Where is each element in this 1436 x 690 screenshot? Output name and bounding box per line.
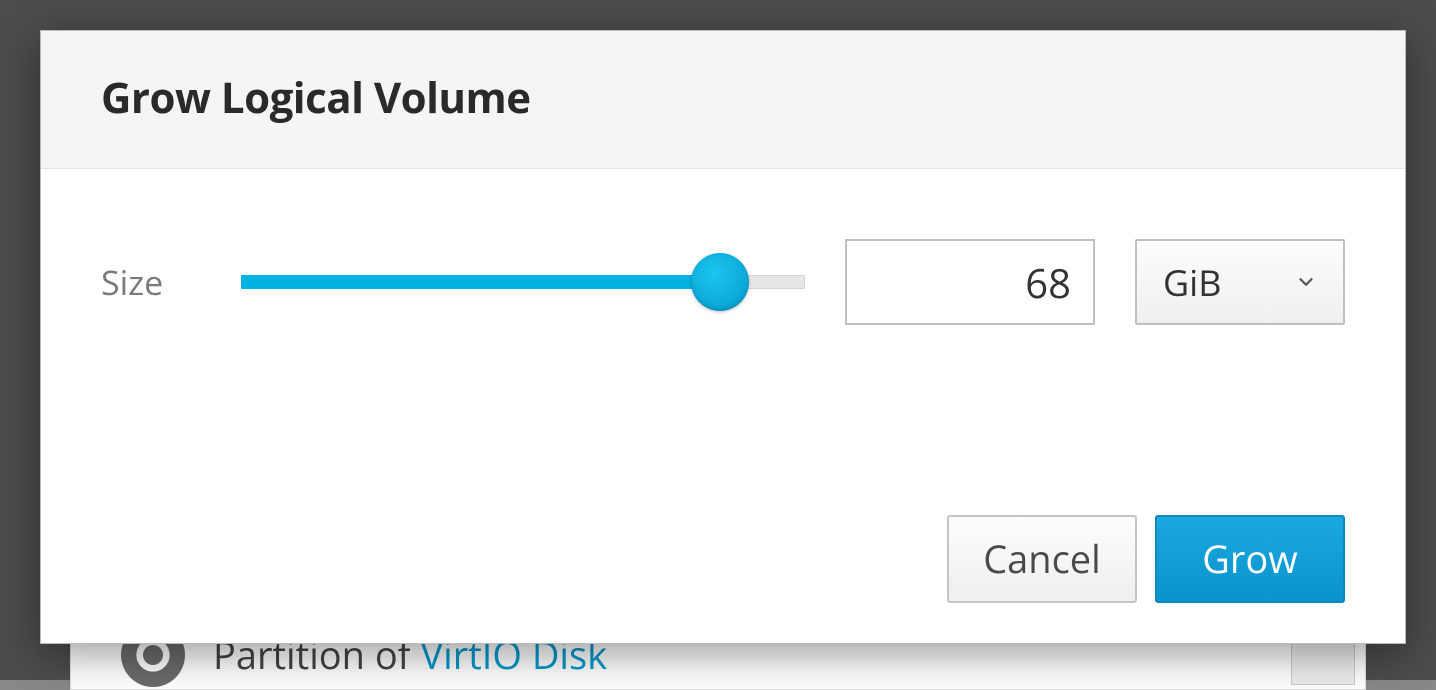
size-slider[interactable] (241, 252, 805, 312)
unit-select[interactable]: GiB (1135, 239, 1345, 325)
grow-button[interactable]: Grow (1155, 515, 1345, 603)
cancel-button[interactable]: Cancel (947, 515, 1137, 603)
slider-fill (241, 275, 720, 289)
size-row: Size GiB (101, 239, 1345, 325)
grow-volume-dialog: Grow Logical Volume Size GiB Cancel Grow (40, 30, 1406, 644)
dialog-body: Size GiB (41, 169, 1405, 365)
dialog-title: Grow Logical Volume (101, 69, 1345, 126)
chevron-down-icon (1295, 271, 1317, 293)
size-input[interactable] (845, 239, 1095, 325)
slider-thumb[interactable] (691, 253, 749, 311)
unit-select-value: GiB (1163, 258, 1222, 307)
dialog-footer: Cancel Grow (41, 365, 1405, 643)
size-label: Size (101, 259, 201, 305)
dialog-header: Grow Logical Volume (41, 31, 1405, 169)
